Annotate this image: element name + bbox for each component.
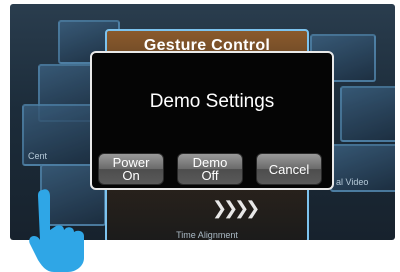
dialog-title: Demo Settings	[149, 91, 275, 112]
bg-tile-left-2[interactable]: Cent	[22, 104, 96, 166]
bg-tile-right-3[interactable]: al Video	[330, 144, 395, 192]
power-on-label: Power On	[112, 155, 150, 183]
power-on-button[interactable]: Power On	[98, 153, 164, 185]
cancel-label: Cancel	[268, 161, 310, 177]
cancel-button[interactable]: Cancel	[256, 153, 322, 185]
demo-settings-dialog: Demo Settings Power On Demo Off Cancel	[90, 51, 334, 190]
background-footer-label: Time Alignment	[176, 230, 238, 240]
bg-tile-right-2	[340, 86, 395, 142]
left-tile-label: Cent	[28, 151, 48, 161]
right-tile-label: al Video	[336, 177, 369, 187]
pointing-hand-icon	[29, 189, 84, 272]
demo-off-label: Demo Off	[192, 155, 228, 183]
arrows-icon: ❯❯❯❯	[212, 198, 260, 218]
demo-off-button[interactable]: Demo Off	[177, 153, 243, 185]
